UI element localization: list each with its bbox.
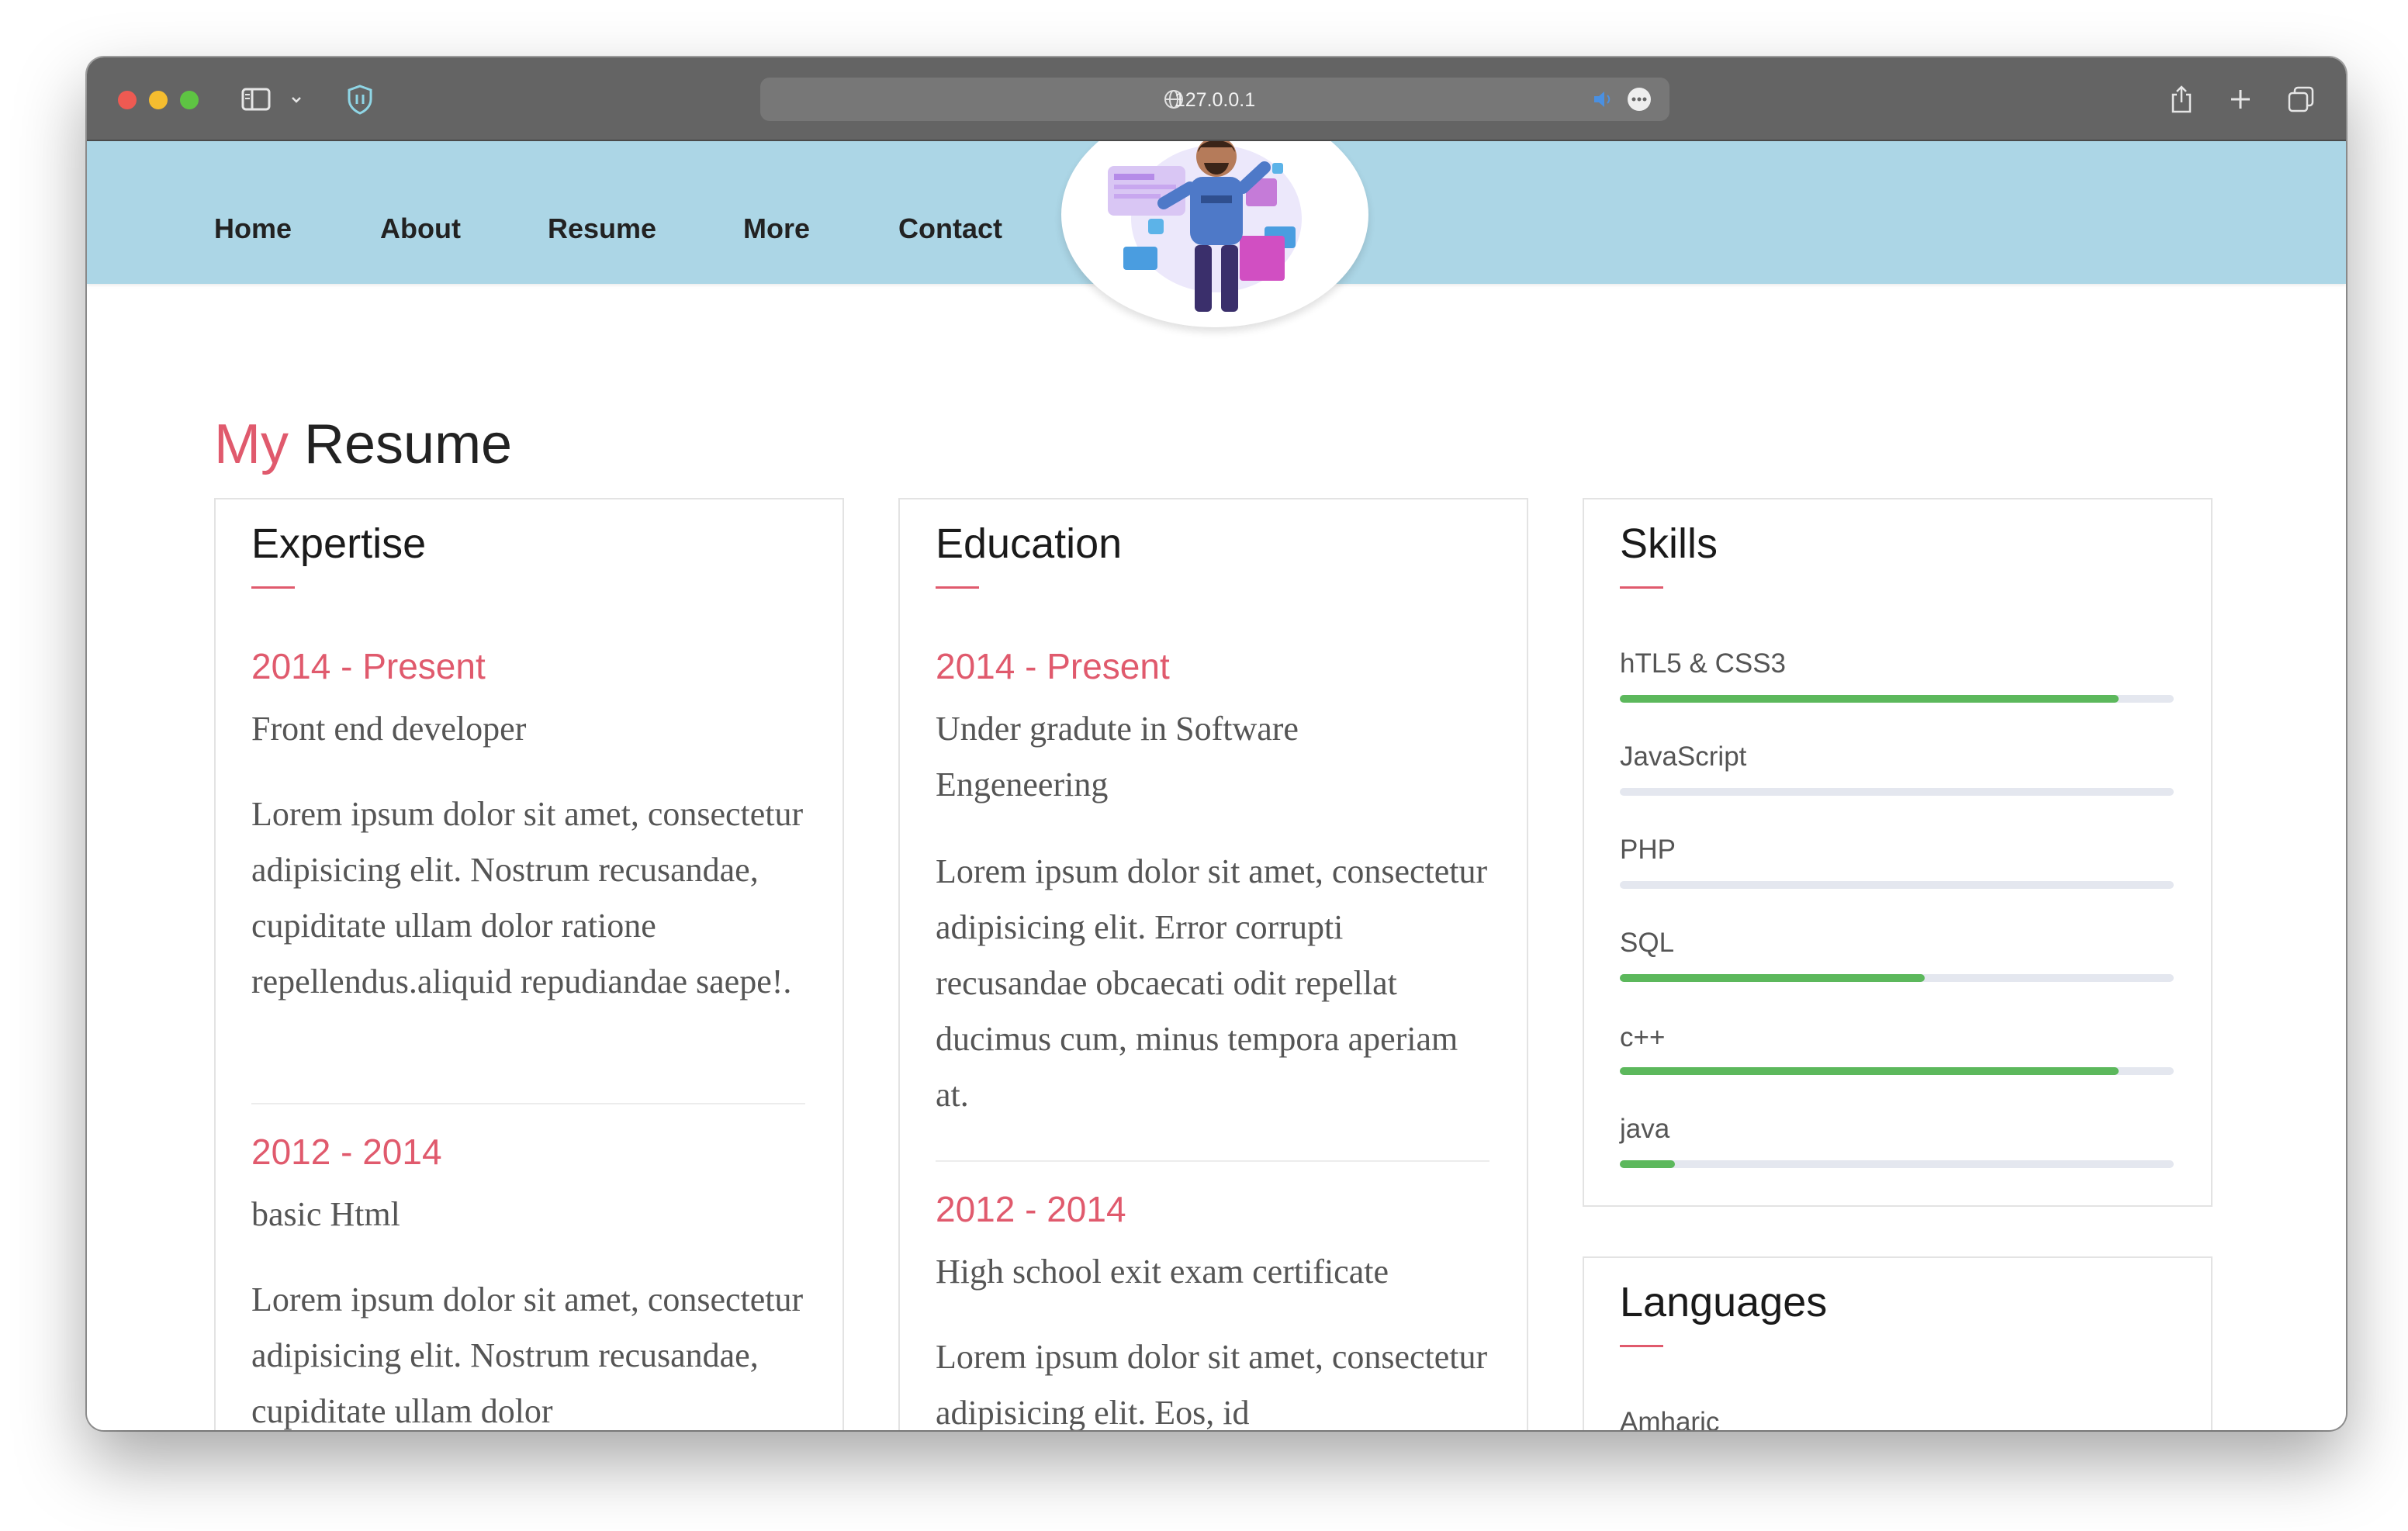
skill-label: SQL <box>1620 928 1675 958</box>
shield-icon[interactable] <box>343 82 377 116</box>
entry-period: 2012 - 2014 <box>936 1189 1126 1229</box>
entry-period: 2014 - Present <box>251 646 486 686</box>
skill-progress-bar <box>1620 695 2174 703</box>
web-page: Home About Resume More Contact My Resume… <box>87 141 2346 1430</box>
close-window-button[interactable] <box>118 91 137 109</box>
skill-progress-bar <box>1620 788 2174 796</box>
page-title-rest: Resume <box>304 413 513 475</box>
skill-progress-bar <box>1620 1067 2174 1075</box>
entry-divider <box>936 1160 1489 1162</box>
new-tab-icon[interactable] <box>2225 82 2256 116</box>
browser-titlebar: 127.0.0.1 <box>87 57 2346 141</box>
skills-card: Skills hTL5 & CSS3 JavaScript PHP SQL c+… <box>1583 498 2213 1207</box>
skill-progress-fill <box>1620 695 2119 703</box>
entry-description: Lorem ipsum dolor sit amet, consectetur … <box>251 1280 804 1430</box>
nav-about-link[interactable]: About <box>380 213 461 245</box>
minimize-window-button[interactable] <box>149 91 168 109</box>
education-card: Education 2014 - Present Under gradute i… <box>898 498 1528 1430</box>
speaker-icon[interactable] <box>1592 89 1615 113</box>
nav-contact-link[interactable]: Contact <box>898 213 1002 245</box>
page-title: My Resume <box>214 413 512 476</box>
skill-label: hTL5 & CSS3 <box>1620 648 1786 679</box>
skill-progress-bar <box>1620 1160 2174 1168</box>
skill-label: PHP <box>1620 835 1676 865</box>
skill-label: c++ <box>1620 1022 1666 1052</box>
entry-role: High school exit exam certificate <box>936 1253 1389 1291</box>
skill-progress-fill <box>1620 1160 1676 1168</box>
more-options-icon[interactable] <box>1628 88 1651 111</box>
skill-progress-bar <box>1620 881 2174 889</box>
skill-progress-fill <box>1620 1067 2119 1075</box>
share-icon[interactable] <box>2166 82 2197 116</box>
tab-overview-icon[interactable] <box>2284 82 2318 116</box>
zoom-window-button[interactable] <box>180 91 199 109</box>
entry-period: 2014 - Present <box>936 646 1170 686</box>
address-bar[interactable]: 127.0.0.1 <box>760 78 1669 121</box>
entry-description: Lorem ipsum dolor sit amet, consectetur … <box>251 795 804 1001</box>
card-title: Languages <box>1620 1279 1828 1325</box>
title-underline <box>936 586 979 589</box>
nav-resume-link[interactable]: Resume <box>548 213 656 245</box>
entry-description: Lorem ipsum dolor sit amet, consectetur … <box>936 852 1488 1114</box>
language-label: Amharic <box>1620 1407 1720 1430</box>
skill-progress-bar <box>1620 974 2174 982</box>
entry-description: Lorem ipsum dolor sit amet, consectetur … <box>936 1338 1488 1430</box>
languages-card: Languages Amharic <box>1583 1256 2213 1430</box>
site-logo-illustration[interactable] <box>1061 141 1368 327</box>
chevron-down-icon[interactable] <box>287 82 306 116</box>
skill-label: java <box>1620 1114 1670 1144</box>
title-underline <box>1620 586 1663 589</box>
expertise-card: Expertise 2014 - Present Front end devel… <box>214 498 844 1430</box>
nav-more-link[interactable]: More <box>743 213 810 245</box>
page-title-accent: My <box>214 413 289 475</box>
title-underline <box>1620 1345 1663 1347</box>
card-title: Skills <box>1620 520 1718 567</box>
entry-role: basic Html <box>251 1195 400 1233</box>
card-title: Education <box>936 520 1123 567</box>
title-underline <box>251 586 295 589</box>
browser-window: 127.0.0.1 Home About Resume More Contact <box>87 57 2346 1430</box>
sidebar-toggle-icon[interactable] <box>239 82 273 116</box>
entry-role: Under gradute in Software Engeneering <box>936 710 1299 804</box>
url-text: 127.0.0.1 <box>1174 89 1256 111</box>
entry-divider <box>251 1103 805 1104</box>
nav-home-link[interactable]: Home <box>214 213 292 245</box>
entry-role: Front end developer <box>251 710 527 748</box>
skill-label: JavaScript <box>1620 741 1747 772</box>
card-title: Expertise <box>251 520 427 567</box>
entry-period: 2012 - 2014 <box>251 1132 442 1172</box>
skill-progress-fill <box>1620 974 1925 982</box>
